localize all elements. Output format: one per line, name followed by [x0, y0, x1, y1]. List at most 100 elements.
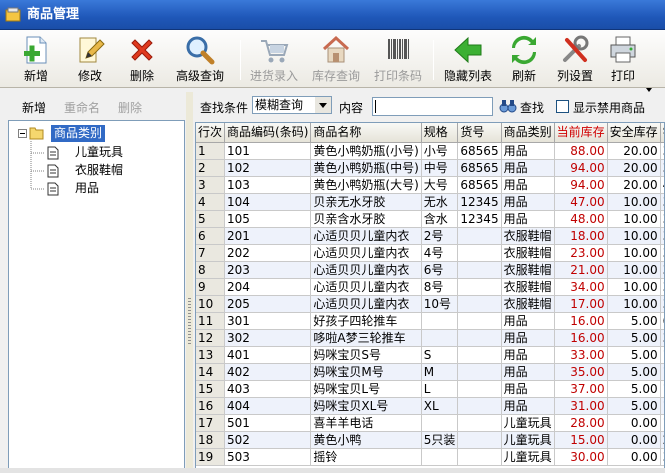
hide-list-button[interactable]: 隐藏列表	[440, 34, 496, 86]
col-spec-cell: S	[421, 346, 459, 364]
col-row-no-cell: 18	[196, 431, 226, 449]
show-disabled-checkbox[interactable]	[556, 100, 569, 113]
table-row[interactable]: 9204心适贝贝儿童内衣8号 衣服鞋帽34.0010.003	[196, 278, 664, 296]
toolbar-separator	[240, 40, 241, 80]
col-spec-cell: 小号	[421, 142, 459, 160]
col-name-cell: 好孩子四轮推车	[310, 312, 422, 330]
col-spec-cell: 含水	[421, 210, 459, 228]
purchase-entry-button[interactable]: 进货录入	[246, 34, 302, 86]
table-row[interactable]: 10205心适贝贝儿童内衣10号 衣服鞋帽17.0010.003	[196, 295, 664, 313]
col-retail-cell: 3	[660, 448, 664, 466]
tree-node-toys[interactable]: 儿童玩具	[75, 144, 123, 161]
col-row-no-cell: 1	[196, 142, 226, 160]
horizontal-scrollbar[interactable]	[0, 468, 665, 473]
table-row[interactable]: 8203心适贝贝儿童内衣6号 衣服鞋帽21.0010.003	[196, 261, 664, 279]
table-row[interactable]: 14402妈咪宝贝M号M 用品35.005.001	[196, 363, 664, 381]
col-retail-cell: 12	[660, 380, 664, 398]
col-spec-cell: 8号	[421, 278, 459, 296]
search-mode-select[interactable]: 模糊查询	[252, 96, 332, 114]
col-safety-stock-cell: 0.00	[607, 431, 661, 449]
col-code-cell: 502	[224, 431, 312, 449]
col-safety-stock-header[interactable]: 安全库存	[607, 123, 661, 143]
col-current-stock-header[interactable]: 当前库存	[554, 123, 608, 143]
purchase-entry-button-label: 进货录入	[249, 69, 298, 83]
col-safety-stock-cell: 10.00	[607, 278, 661, 296]
tree-node-root-label: 商品类别	[54, 126, 103, 140]
col-spec-cell: L	[421, 380, 459, 398]
table-row[interactable]: 11301好孩子四轮推车 用品16.005.0060	[196, 312, 664, 330]
delete-button-label: 删除	[129, 69, 154, 83]
table-row[interactable]: 12302哆啦A梦三轮推车 用品16.005.0030	[196, 329, 664, 347]
new-button-label: 新增	[23, 69, 48, 83]
col-spec-header[interactable]: 规格	[421, 123, 459, 143]
refresh-button[interactable]: 刷新	[504, 34, 544, 86]
col-spec-cell	[421, 414, 459, 432]
tree-delete-button[interactable]: 删除	[118, 99, 142, 116]
col-safety-stock-cell: 20.00	[607, 176, 661, 194]
binoculars-icon[interactable]	[499, 98, 517, 114]
table-row[interactable]: 19503摇铃 儿童玩具30.000.003	[196, 448, 664, 466]
panel-splitter[interactable]	[186, 92, 193, 469]
edit-button[interactable]: 修改	[68, 34, 112, 86]
tree-new-button[interactable]: 新增	[22, 99, 46, 116]
tree-node-root[interactable]: 商品类别	[51, 125, 106, 142]
col-item-no-header[interactable]: 货号	[457, 123, 502, 143]
col-spec-cell	[421, 312, 459, 330]
tree-node-supplies[interactable]: 用品	[75, 180, 99, 197]
col-current-stock-cell: 18.00	[554, 227, 608, 245]
col-row-no-cell: 19	[196, 448, 226, 466]
col-category-cell: 儿童玩具	[501, 414, 555, 432]
table-row[interactable]: 17501喜羊羊电话 儿童玩具28.000.001	[196, 414, 664, 432]
col-category-cell: 用品	[501, 363, 555, 381]
col-spec-cell: 6号	[421, 261, 459, 279]
table-row[interactable]: 13401妈咪宝贝S号S 用品33.005.001	[196, 346, 664, 364]
col-category-header[interactable]: 商品类别	[501, 123, 555, 143]
print-barcode-button[interactable]: 打印条码	[370, 34, 426, 86]
col-retail-cell: 3	[660, 244, 664, 262]
table-row[interactable]: 5105贝亲含水牙胶含水12345用品48.0010.003	[196, 210, 664, 228]
table-row[interactable]: 2102黄色小鸭奶瓶(中号)中号68565用品94.0020.003	[196, 159, 664, 177]
splitter-grip[interactable]	[188, 298, 191, 344]
col-retail-header[interactable]: 零	[660, 123, 664, 143]
print-button[interactable]: 打印	[604, 34, 642, 86]
col-code-cell: 501	[224, 414, 312, 432]
tree-node-clothing[interactable]: 衣服鞋帽	[75, 162, 123, 179]
column-settings-button[interactable]: 列设置	[552, 34, 598, 86]
tree-rename-button[interactable]: 重命名	[64, 99, 100, 116]
search-bar: 查找条件 模糊查询 内容 查找 显示禁用商品	[196, 94, 665, 118]
delete-button[interactable]: 删除	[120, 34, 164, 86]
col-current-stock-cell: 37.00	[554, 380, 608, 398]
col-name-cell: 喜羊羊电话	[310, 414, 422, 432]
table-row[interactable]: 3103黄色小鸭奶瓶(大号)大号68565用品94.0020.004	[196, 176, 664, 194]
new-button[interactable]: 新增	[14, 34, 58, 86]
table-header-row: 行次商品编码(条码)商品名称规格货号商品类别当前库存安全库存零	[196, 123, 664, 143]
table-row[interactable]: 1101黄色小鸭奶瓶(小号)小号68565用品88.0020.003	[196, 142, 664, 160]
col-spec-cell: 2号	[421, 227, 459, 245]
table-row[interactable]: 6201心适贝贝儿童内衣2号 衣服鞋帽18.0010.003	[196, 227, 664, 245]
col-row-no-cell: 7	[196, 244, 226, 262]
col-current-stock-cell: 47.00	[554, 193, 608, 211]
col-safety-stock-cell: 20.00	[607, 159, 661, 177]
stock-query-button[interactable]: 库存查询	[308, 34, 364, 86]
chevron-down-icon[interactable]	[315, 97, 331, 113]
col-name-header[interactable]: 商品名称	[310, 123, 422, 143]
print-dropdown-arrow-icon[interactable]	[646, 88, 652, 92]
advanced-search-button[interactable]: 高级查询	[172, 34, 228, 86]
col-item-no-cell	[457, 227, 502, 245]
col-name-cell: 心适贝贝儿童内衣	[310, 261, 422, 279]
table-row[interactable]: 18502黄色小鸭5只装 儿童玩具15.000.002	[196, 431, 664, 449]
col-code-header[interactable]: 商品编码(条码)	[224, 123, 312, 143]
table-row[interactable]: 16404妈咪宝贝XL号XL 用品31.005.0015	[196, 397, 664, 415]
col-name-cell: 妈咪宝贝XL号	[310, 397, 422, 415]
delete-x-icon	[131, 39, 153, 61]
find-button[interactable]: 查找	[520, 99, 544, 116]
tree-collapse-toggle[interactable]	[18, 129, 27, 138]
col-code-cell: 205	[224, 295, 312, 313]
table-row[interactable]: 7202心适贝贝儿童内衣4号 衣服鞋帽23.0010.003	[196, 244, 664, 262]
table-row[interactable]: 4104贝亲无水牙胶无水12345用品47.0010.003	[196, 193, 664, 211]
search-input[interactable]	[372, 97, 493, 116]
col-row-no-header[interactable]: 行次	[196, 123, 226, 143]
table-row[interactable]: 15403妈咪宝贝L号L 用品37.005.0012	[196, 380, 664, 398]
col-row-no-cell: 14	[196, 363, 226, 381]
document-icon	[47, 182, 59, 196]
